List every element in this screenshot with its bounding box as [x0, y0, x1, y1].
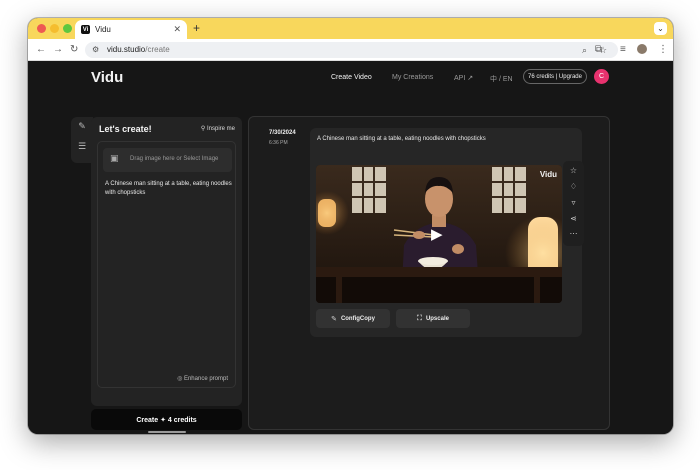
back-arrow-icon[interactable]: ← [36, 44, 46, 56]
maximize-window-button[interactable] [63, 24, 72, 33]
nav-create-video[interactable]: Create Video [331, 74, 372, 81]
tab-search-chevron-icon[interactable]: ⌄ [654, 22, 667, 35]
zoom-search-icon[interactable]: ⌕ [582, 44, 587, 56]
tab-strip: Vi Vidu ✕ + ⌄ [28, 18, 673, 39]
profile-avatar[interactable] [637, 44, 647, 54]
upscale-button[interactable]: ⛶ Upscale [396, 309, 470, 328]
thumbs-down-icon[interactable]: ▿ [563, 198, 584, 207]
inspire-me-label: Inspire me [206, 126, 235, 132]
url-host: vidu.studio [107, 45, 146, 54]
generation-date: 7/30/2024 [269, 130, 296, 136]
config-copy-button[interactable]: ✎ ConfigCopy [316, 309, 390, 328]
upscale-label: Upscale [425, 315, 449, 322]
video-actions-rail: ☆ ♢ ▿ ⋖ ⋯ [563, 161, 584, 246]
play-icon[interactable]: ▶ [431, 225, 443, 243]
media-queue-icon[interactable]: ≡ [620, 44, 626, 56]
site-info-icon[interactable]: ⚙ [92, 44, 99, 56]
browser-toolbar: ← → ↻ ⚙ vidu.studio/create ⌕ ☆ ⧉ ≡ ⋮ [28, 39, 673, 61]
star-icon[interactable]: ☆ [563, 166, 584, 175]
text-to-video-icon[interactable]: ✎ [71, 121, 93, 132]
extensions-icon[interactable]: ⧉ [595, 44, 602, 56]
more-icon[interactable]: ⋯ [563, 229, 584, 238]
video-player[interactable]: Vidu ▶ [316, 165, 562, 303]
close-tab-icon[interactable]: ✕ [173, 24, 181, 35]
new-tab-button[interactable]: + [193, 21, 200, 35]
inspire-me-button[interactable]: ⚲ Inspire me [201, 125, 235, 132]
prompt-box[interactable]: ▣ Drag image here or Select Image A Chin… [97, 141, 236, 388]
share-icon[interactable]: ⋖ [563, 214, 584, 223]
url-path: /create [145, 45, 170, 54]
nav-my-creations[interactable]: My Creations [392, 74, 433, 81]
thumbs-up-icon[interactable]: ♢ [563, 182, 584, 191]
config-copy-label: ConfigCopy [340, 315, 375, 322]
url-text: vidu.studio/create [107, 45, 170, 54]
expand-icon: ⛶ [417, 314, 422, 322]
results-panel: 7/30/2024 6:36 PM A Chinese man sitting … [248, 116, 610, 430]
upload-placeholder: Drag image here or Select Image [130, 156, 219, 162]
generation-card: A Chinese man sitting at a table, eating… [310, 128, 584, 337]
check-circle-icon: ◎ [177, 376, 184, 382]
close-window-button[interactable] [37, 24, 46, 33]
minimize-window-button[interactable] [50, 24, 59, 33]
language-toggle[interactable]: 中 / EN [490, 74, 513, 84]
generation-prompt: A Chinese man sitting at a table, eating… [317, 136, 486, 142]
tab-title: Vidu [95, 25, 111, 34]
settings-sliders-icon[interactable]: ☰ [71, 141, 93, 152]
tool-rail: ✎ ☰ [71, 117, 93, 163]
reload-icon[interactable]: ↻ [70, 44, 78, 56]
browser-tab[interactable]: Vi Vidu ✕ [75, 20, 187, 39]
prompt-input[interactable]: A Chinese man sitting at a table, eating… [105, 180, 233, 198]
enhance-prompt-label: Enhance prompt [183, 376, 228, 382]
vidu-logo[interactable]: Vidu [91, 69, 123, 86]
create-panel: Let's create! ⚲ Inspire me ▣ Drag image … [91, 117, 242, 406]
vidu-watermark: Vidu [539, 170, 557, 179]
user-avatar[interactable]: C [594, 69, 609, 84]
generation-time: 6:36 PM [269, 140, 288, 146]
create-button-underline [148, 431, 186, 433]
enhance-prompt-toggle[interactable]: ◎ Enhance prompt [177, 375, 228, 382]
credits-upgrade-button[interactable]: 76 credits | Upgrade [523, 69, 587, 84]
vidu-favicon-icon: Vi [81, 25, 90, 34]
browser-window: Vi Vidu ✕ + ⌄ ← → ↻ ⚙ vidu.studio/create… [28, 18, 673, 434]
create-button[interactable]: Create ✦ 4 credits [91, 409, 242, 430]
image-upload-area[interactable]: ▣ Drag image here or Select Image [103, 148, 232, 172]
create-panel-title: Let's create! [99, 124, 152, 134]
nav-api[interactable]: API ↗ [454, 74, 473, 82]
vidu-page: Vidu Create Video My Creations API ↗ 中 /… [28, 61, 673, 434]
edit-icon: ✎ [331, 315, 337, 323]
address-bar[interactable]: ⚙ vidu.studio/create ⌕ ☆ [85, 42, 618, 58]
image-icon: ▣ [110, 153, 119, 163]
forward-arrow-icon[interactable]: → [53, 44, 63, 56]
browser-menu-icon[interactable]: ⋮ [658, 44, 668, 56]
